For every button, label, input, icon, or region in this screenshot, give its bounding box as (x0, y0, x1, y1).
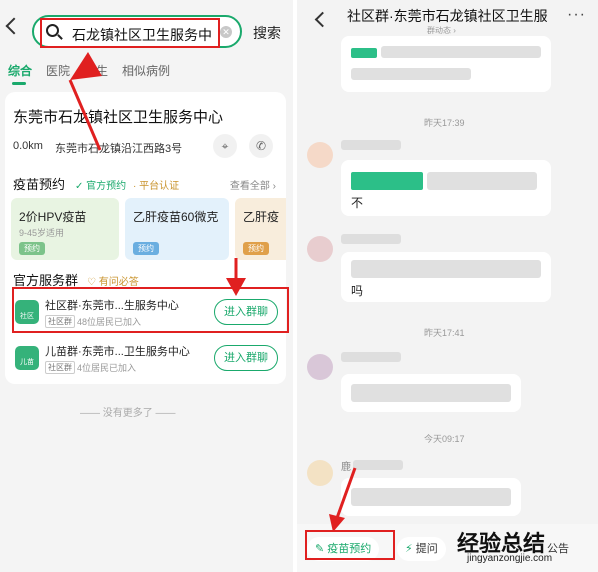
back-icon[interactable] (5, 17, 23, 35)
message-bubble (341, 374, 521, 412)
group-name: 儿苗群·东莞市...卫生服务中心 (45, 346, 190, 358)
group-tag: 社区群 (45, 361, 75, 374)
group-row-child-vaccine[interactable]: 儿苗 儿苗群·东莞市...卫生服务中心 社区群 4位居民已加入 进入群聊 (5, 336, 286, 382)
group-avatar: 儿苗 (15, 346, 39, 370)
redacted-text (351, 384, 511, 402)
more-icon[interactable]: ··· (567, 6, 586, 24)
annotation-arrow (329, 467, 357, 532)
avatar[interactable] (307, 236, 333, 262)
redacted-sender (341, 352, 401, 362)
timestamp: 今天09:17 (424, 434, 465, 444)
org-distance: 0.0km (13, 140, 43, 152)
message-bubble: 不 (341, 160, 551, 216)
search-results-panel: 石龙镇社区卫生服务中心 ✕ 搜索 综合 医院 医生 相似病例 东莞市石龙镇社区卫… (0, 0, 293, 572)
message-bubble (341, 478, 521, 516)
chat-subtitle[interactable]: 群动态 › (427, 25, 456, 36)
tab-all[interactable]: 综合 (8, 62, 32, 79)
watermark-url: jingyanzongjie.com (467, 553, 553, 564)
clear-icon[interactable]: ✕ (220, 26, 232, 38)
redacted-sender (341, 234, 401, 244)
message-text: 吗 (351, 284, 364, 298)
join-group-button[interactable]: 进入群聊 (214, 345, 278, 371)
message-text: 不 (351, 196, 364, 210)
back-icon[interactable] (314, 11, 331, 28)
redacted-text (427, 172, 537, 190)
no-more-text: —— 没有更多了 —— (80, 408, 176, 419)
avatar[interactable] (307, 354, 333, 380)
redacted-block (351, 172, 423, 190)
group-members: 4位居民已加入 (77, 363, 137, 373)
ask-shortcut[interactable]: ⚡ 提问 (397, 537, 446, 561)
annotation-arrows (68, 52, 246, 296)
avatar[interactable] (307, 142, 333, 168)
tab-indicator (12, 82, 26, 85)
redacted-text (381, 46, 541, 58)
message-bubble (341, 36, 551, 92)
redacted-text (351, 68, 471, 80)
timestamp: 昨天17:41 (424, 328, 465, 338)
redacted-block (351, 48, 377, 58)
chat-title: 社区群·东莞市石龙镇社区卫生服... (347, 8, 547, 24)
redacted-text (351, 488, 511, 506)
redacted-text (351, 260, 541, 278)
redacted-sender (341, 140, 401, 150)
timestamp: 昨天17:39 (424, 118, 465, 128)
message-bubble: 吗 (341, 252, 551, 302)
group-chat-panel: 社区群·东莞市石龙镇社区卫生服... 群动态 › ··· 昨天17:39 不 吗… (297, 0, 598, 572)
